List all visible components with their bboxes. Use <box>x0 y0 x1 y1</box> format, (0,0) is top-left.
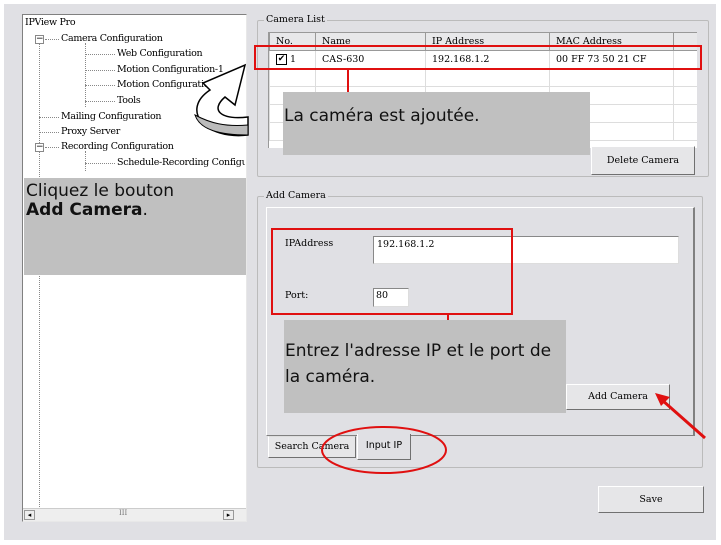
tree-item-tools[interactable]: Tools <box>117 95 141 106</box>
tree-root[interactable]: IPView Pro <box>25 17 76 28</box>
scroll-left-icon[interactable]: ◂ <box>24 510 35 520</box>
tree-item-schedule-recording[interactable]: Schedule-Recording Configu <box>117 157 245 168</box>
group-title: Camera List <box>264 14 327 25</box>
callout-click-add: Cliquez le bouton Add Camera. <box>24 178 246 275</box>
delete-camera-button[interactable]: Delete Camera <box>591 146 695 175</box>
tree-item-camera-configuration[interactable]: Camera Configuration <box>61 33 163 44</box>
tree-item-recording-configuration[interactable]: Recording Configuration <box>61 141 174 152</box>
callout-text: Cliquez le bouton <box>26 181 175 201</box>
callout-suffix: . <box>142 200 148 220</box>
scroll-thumb[interactable]: III <box>119 509 127 517</box>
tree-item-mailing-configuration[interactable]: Mailing Configuration <box>61 111 161 122</box>
tree-item-proxy-server[interactable]: Proxy Server <box>61 126 120 137</box>
collapse-icon[interactable]: − <box>35 143 44 152</box>
curved-arrow-icon <box>194 63 249 137</box>
highlight-inputs <box>271 228 513 315</box>
scroll-right-icon[interactable]: ▸ <box>223 510 234 520</box>
horizontal-scrollbar[interactable]: ◂ III ▸ <box>23 508 246 521</box>
red-arrow-icon <box>655 393 706 440</box>
highlight-row <box>254 45 702 70</box>
save-button[interactable]: Save <box>598 486 704 513</box>
highlight-ellipse <box>321 426 447 474</box>
callout-enter-ip: Entrez l'adresse IP et le port de la cam… <box>284 320 566 413</box>
callout-bold: Add Camera <box>26 200 143 220</box>
callout-camera-added: La caméra est ajoutée. <box>283 92 590 155</box>
collapse-icon[interactable]: − <box>35 35 44 44</box>
group-title: Add Camera <box>264 190 328 201</box>
